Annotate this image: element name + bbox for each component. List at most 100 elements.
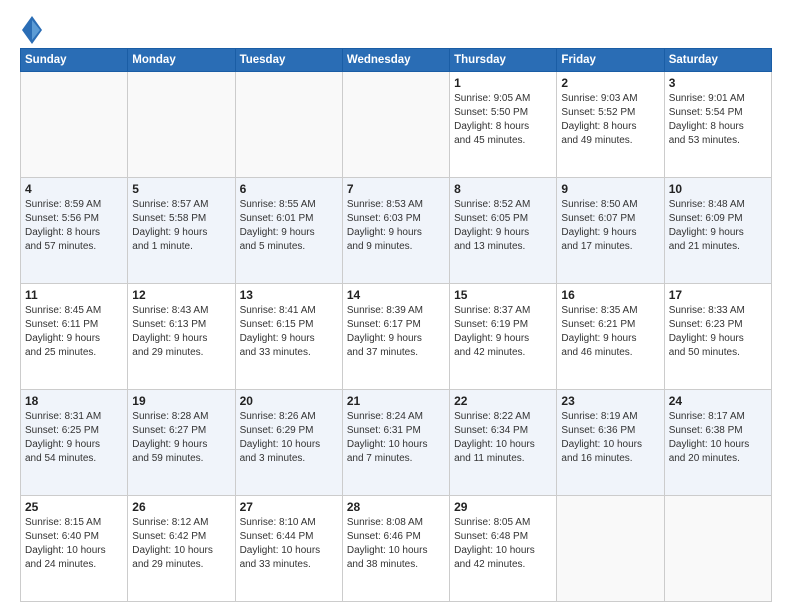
- day-number: 6: [240, 182, 338, 196]
- day-number: 20: [240, 394, 338, 408]
- day-info: Sunrise: 8:39 AM Sunset: 6:17 PM Dayligh…: [347, 304, 445, 360]
- day-number: 1: [454, 76, 552, 90]
- day-info: Sunrise: 8:12 AM Sunset: 6:42 PM Dayligh…: [132, 516, 230, 572]
- calendar-cell: [21, 72, 128, 178]
- day-info: Sunrise: 8:08 AM Sunset: 6:46 PM Dayligh…: [347, 516, 445, 572]
- calendar-cell: 10 Sunrise: 8:48 AM Sunset: 6:09 PM Dayli…: [664, 178, 771, 284]
- day-info: Sunrise: 8:53 AM Sunset: 6:03 PM Dayligh…: [347, 198, 445, 254]
- calendar-cell: 12Sunrise: 8:43 AM Sunset: 6:13 PM Dayli…: [128, 284, 235, 390]
- calendar-week-row: 25 Sunrise: 8:15 AM Sunset: 6:40 PM Dayli…: [21, 496, 772, 602]
- calendar-cell: 21 Sunrise: 8:24 AM Sunset: 6:31 PM Dayli…: [342, 390, 449, 496]
- day-number: 29: [454, 500, 552, 514]
- calendar-cell: 18 Sunrise: 8:31 AM Sunset: 6:25 PM Dayli…: [21, 390, 128, 496]
- day-number: 25: [25, 500, 123, 514]
- calendar-cell: 8 Sunrise: 8:52 AM Sunset: 6:05 PM Daylig…: [450, 178, 557, 284]
- day-info: Sunrise: 8:55 AM Sunset: 6:01 PM Dayligh…: [240, 198, 338, 254]
- calendar-header-friday: Friday: [557, 49, 664, 72]
- calendar-cell: [557, 496, 664, 602]
- day-number: 7: [347, 182, 445, 196]
- calendar-header-tuesday: Tuesday: [235, 49, 342, 72]
- day-info: Sunrise: 8:28 AM Sunset: 6:27 PM Dayligh…: [132, 410, 230, 466]
- calendar-header-saturday: Saturday: [664, 49, 771, 72]
- day-number: 28: [347, 500, 445, 514]
- calendar-cell: 16 Sunrise: 8:35 AM Sunset: 6:21 PM Dayli…: [557, 284, 664, 390]
- calendar-cell: 22Sunrise: 8:22 AM Sunset: 6:34 PM Dayli…: [450, 390, 557, 496]
- day-info: Sunrise: 8:24 AM Sunset: 6:31 PM Dayligh…: [347, 410, 445, 466]
- logo-icon: [22, 16, 42, 44]
- calendar-cell: 14 Sunrise: 8:39 AM Sunset: 6:17 PM Dayli…: [342, 284, 449, 390]
- day-info: Sunrise: 8:41 AM Sunset: 6:15 PM Dayligh…: [240, 304, 338, 360]
- header: [20, 16, 772, 40]
- calendar-header-thursday: Thursday: [450, 49, 557, 72]
- day-number: 14: [347, 288, 445, 302]
- day-number: 24: [669, 394, 767, 408]
- day-number: 2: [561, 76, 659, 90]
- calendar-cell: 17 Sunrise: 8:33 AM Sunset: 6:23 PM Dayli…: [664, 284, 771, 390]
- calendar-cell: 27 Sunrise: 8:10 AM Sunset: 6:44 PM Dayli…: [235, 496, 342, 602]
- calendar-header-wednesday: Wednesday: [342, 49, 449, 72]
- day-number: 5: [132, 182, 230, 196]
- day-number: 10: [669, 182, 767, 196]
- calendar-week-row: 18 Sunrise: 8:31 AM Sunset: 6:25 PM Dayli…: [21, 390, 772, 496]
- day-number: 23: [561, 394, 659, 408]
- day-info: Sunrise: 8:52 AM Sunset: 6:05 PM Dayligh…: [454, 198, 552, 254]
- calendar-cell: 26 Sunrise: 8:12 AM Sunset: 6:42 PM Dayli…: [128, 496, 235, 602]
- page: SundayMondayTuesdayWednesdayThursdayFrid…: [0, 0, 792, 612]
- day-number: 9: [561, 182, 659, 196]
- day-info: Sunrise: 9:03 AM Sunset: 5:52 PM Dayligh…: [561, 92, 659, 148]
- day-number: 12: [132, 288, 230, 302]
- day-info: Sunrise: 8:26 AM Sunset: 6:29 PM Dayligh…: [240, 410, 338, 466]
- day-info: Sunrise: 8:31 AM Sunset: 6:25 PM Dayligh…: [25, 410, 123, 466]
- calendar-cell: 24 Sunrise: 8:17 AM Sunset: 6:38 PM Dayli…: [664, 390, 771, 496]
- day-number: 18: [25, 394, 123, 408]
- day-number: 17: [669, 288, 767, 302]
- day-number: 27: [240, 500, 338, 514]
- calendar-week-row: 4 Sunrise: 8:59 AM Sunset: 5:56 PM Daylig…: [21, 178, 772, 284]
- day-number: 21: [347, 394, 445, 408]
- day-info: Sunrise: 8:15 AM Sunset: 6:40 PM Dayligh…: [25, 516, 123, 572]
- day-number: 11: [25, 288, 123, 302]
- day-info: Sunrise: 8:19 AM Sunset: 6:36 PM Dayligh…: [561, 410, 659, 466]
- day-info: Sunrise: 8:59 AM Sunset: 5:56 PM Dayligh…: [25, 198, 123, 254]
- calendar-week-row: 1 Sunrise: 9:05 AM Sunset: 5:50 PM Daylig…: [21, 72, 772, 178]
- calendar-header-monday: Monday: [128, 49, 235, 72]
- calendar-cell: 13 Sunrise: 8:41 AM Sunset: 6:15 PM Dayli…: [235, 284, 342, 390]
- calendar-cell: 20 Sunrise: 8:26 AM Sunset: 6:29 PM Dayli…: [235, 390, 342, 496]
- day-number: 13: [240, 288, 338, 302]
- calendar-table: SundayMondayTuesdayWednesdayThursdayFrid…: [20, 48, 772, 602]
- day-number: 26: [132, 500, 230, 514]
- day-info: Sunrise: 8:17 AM Sunset: 6:38 PM Dayligh…: [669, 410, 767, 466]
- calendar-cell: 4 Sunrise: 8:59 AM Sunset: 5:56 PM Daylig…: [21, 178, 128, 284]
- calendar-cell: 15 Sunrise: 8:37 AM Sunset: 6:19 PM Dayli…: [450, 284, 557, 390]
- calendar-cell: 2 Sunrise: 9:03 AM Sunset: 5:52 PM Daylig…: [557, 72, 664, 178]
- calendar-cell: 5 Sunrise: 8:57 AM Sunset: 5:58 PM Daylig…: [128, 178, 235, 284]
- calendar-cell: 11Sunrise: 8:45 AM Sunset: 6:11 PM Dayli…: [21, 284, 128, 390]
- calendar-week-row: 11Sunrise: 8:45 AM Sunset: 6:11 PM Dayli…: [21, 284, 772, 390]
- day-info: Sunrise: 8:48 AM Sunset: 6:09 PM Dayligh…: [669, 198, 767, 254]
- day-info: Sunrise: 8:33 AM Sunset: 6:23 PM Dayligh…: [669, 304, 767, 360]
- calendar-cell: 29Sunrise: 8:05 AM Sunset: 6:48 PM Dayli…: [450, 496, 557, 602]
- day-info: Sunrise: 8:50 AM Sunset: 6:07 PM Dayligh…: [561, 198, 659, 254]
- logo: [20, 16, 40, 40]
- day-number: 19: [132, 394, 230, 408]
- day-number: 3: [669, 76, 767, 90]
- day-info: Sunrise: 9:01 AM Sunset: 5:54 PM Dayligh…: [669, 92, 767, 148]
- calendar-cell: 19 Sunrise: 8:28 AM Sunset: 6:27 PM Dayli…: [128, 390, 235, 496]
- day-number: 4: [25, 182, 123, 196]
- calendar-header-sunday: Sunday: [21, 49, 128, 72]
- calendar-header-row: SundayMondayTuesdayWednesdayThursdayFrid…: [21, 49, 772, 72]
- day-info: Sunrise: 8:57 AM Sunset: 5:58 PM Dayligh…: [132, 198, 230, 254]
- calendar-cell: [664, 496, 771, 602]
- calendar-cell: 25 Sunrise: 8:15 AM Sunset: 6:40 PM Dayli…: [21, 496, 128, 602]
- day-number: 16: [561, 288, 659, 302]
- day-info: Sunrise: 9:05 AM Sunset: 5:50 PM Dayligh…: [454, 92, 552, 148]
- day-info: Sunrise: 8:37 AM Sunset: 6:19 PM Dayligh…: [454, 304, 552, 360]
- day-info: Sunrise: 8:10 AM Sunset: 6:44 PM Dayligh…: [240, 516, 338, 572]
- day-number: 15: [454, 288, 552, 302]
- calendar-cell: 23 Sunrise: 8:19 AM Sunset: 6:36 PM Dayli…: [557, 390, 664, 496]
- day-number: 22: [454, 394, 552, 408]
- calendar-cell: 1 Sunrise: 9:05 AM Sunset: 5:50 PM Daylig…: [450, 72, 557, 178]
- day-info: Sunrise: 8:35 AM Sunset: 6:21 PM Dayligh…: [561, 304, 659, 360]
- day-number: 8: [454, 182, 552, 196]
- calendar-cell: 9 Sunrise: 8:50 AM Sunset: 6:07 PM Daylig…: [557, 178, 664, 284]
